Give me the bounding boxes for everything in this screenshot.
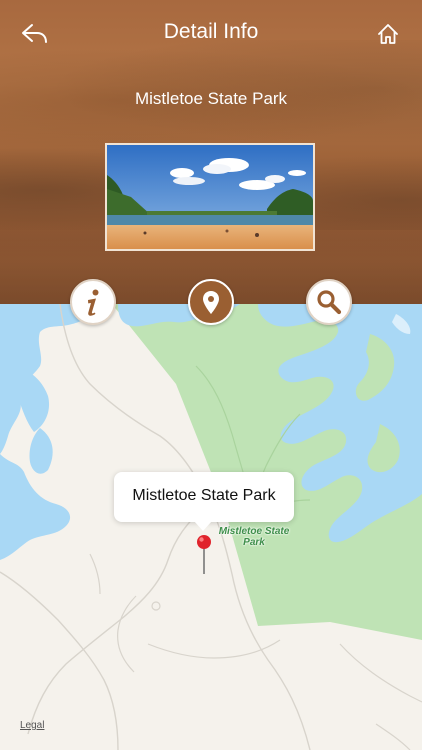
park-photo <box>105 143 315 251</box>
park-map-label: Mistletoe State Park <box>218 526 290 548</box>
home-icon <box>378 24 398 44</box>
info-button[interactable] <box>70 279 116 325</box>
park-photo-image <box>107 145 313 249</box>
info-icon <box>88 289 99 316</box>
callout-title: Mistletoe State Park <box>132 487 276 504</box>
search-icon <box>317 290 342 315</box>
search-button[interactable] <box>306 279 352 325</box>
page-title: Detail Info <box>163 20 259 43</box>
map-view[interactable]: Mistletoe State Park Mistletoe State Par… <box>0 304 422 750</box>
park-name-heading: Mistletoe State Park <box>134 89 288 108</box>
location-callout[interactable]: Mistletoe State Park <box>114 472 294 531</box>
detail-screen: Detail Info Mistletoe State Park Mistlet… <box>0 0 422 750</box>
legal-link[interactable]: Legal <box>20 720 44 731</box>
map-pin-icon <box>197 535 211 574</box>
header-background: Detail Info Mistletoe State Park <box>0 0 422 304</box>
location-pin-icon <box>203 291 219 314</box>
map-button[interactable] <box>188 279 234 325</box>
home-button[interactable] <box>376 22 400 46</box>
location-pin[interactable] <box>196 534 212 576</box>
